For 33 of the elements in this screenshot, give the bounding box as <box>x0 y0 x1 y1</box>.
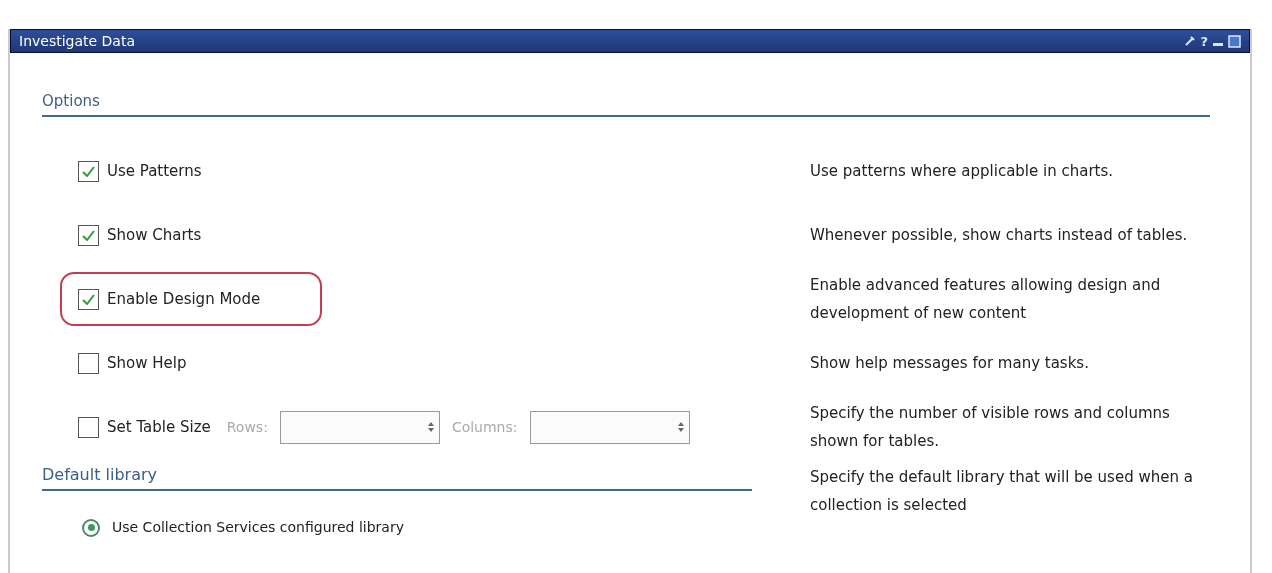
checkmark-icon <box>82 293 95 305</box>
checkbox-label: Enable Design Mode <box>107 288 261 310</box>
option-description: Show help messages for many tasks. <box>810 353 1090 374</box>
field-label: Rows: <box>226 417 268 437</box>
section-heading: Default library <box>42 465 158 484</box>
radio-button[interactable] <box>82 518 100 537</box>
option-description: Specify the number of visible rows and columns shown for tables. <box>810 403 1171 452</box>
wrench-icon[interactable] <box>1184 35 1197 47</box>
option-description: Use patterns where applicable in charts. <box>810 161 1115 182</box>
checkbox[interactable] <box>78 416 99 438</box>
checkbox[interactable] <box>78 352 99 374</box>
spin-arrows-icon <box>426 421 435 433</box>
checkbox-label: Show Help <box>107 352 187 374</box>
checkbox-label: Set Table Size <box>107 416 211 438</box>
field-label: Columns: <box>451 417 518 437</box>
spin-arrows-icon <box>676 421 685 433</box>
checkbox-label: Show Charts <box>107 224 202 246</box>
checkbox-label: Use Patterns <box>107 160 202 182</box>
checkmark-icon <box>82 229 95 241</box>
checkbox[interactable] <box>78 224 99 246</box>
radio-label: Use Collection Services configured library <box>112 518 404 537</box>
checkmark-icon <box>82 165 95 177</box>
help-button[interactable]: ? <box>1200 34 1208 48</box>
checkbox[interactable] <box>78 160 99 182</box>
option-description: Whenever possible, show charts instead of tables. <box>810 225 1189 246</box>
window-title: Investigate Data <box>19 31 137 51</box>
option-description: Enable advanced features allowing design and development of new content <box>810 275 1162 324</box>
maximize-icon[interactable] <box>1228 34 1241 48</box>
spin-field[interactable] <box>529 410 690 444</box>
checkbox[interactable] <box>78 288 99 310</box>
spin-field[interactable] <box>279 410 440 444</box>
option-description: Specify the default library that will be used when a collection is selected <box>810 467 1194 516</box>
section-heading: Options <box>42 92 100 110</box>
